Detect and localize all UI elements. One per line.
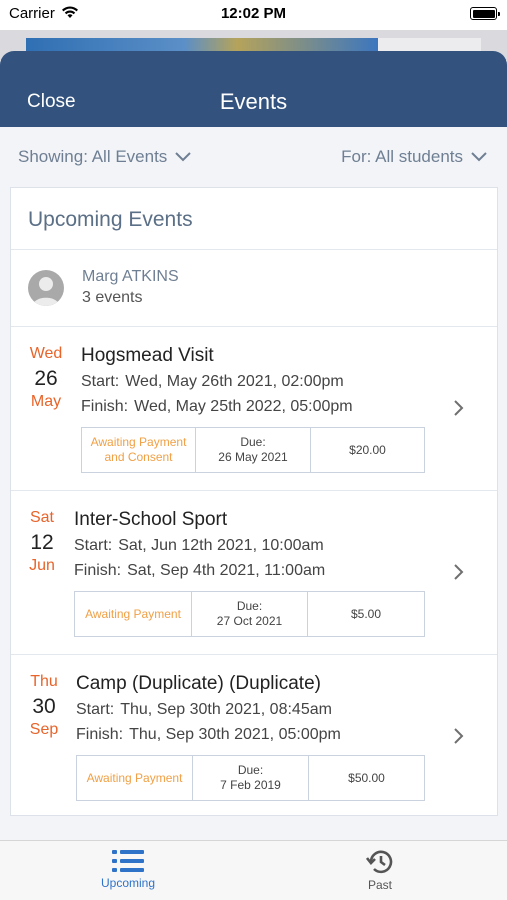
tab-past-label: Past (367, 878, 392, 892)
chevron-right-icon (454, 564, 464, 580)
event-month: Jun (29, 557, 55, 574)
status-bar: Carrier 12:02 PM (0, 0, 507, 30)
nav-bar: Close Events (0, 51, 507, 127)
event-title: Hogsmead Visit (81, 345, 214, 366)
showing-filter-label: Showing: All Events (18, 147, 168, 166)
event-start-value: Wed, May 26th 2021, 02:00pm (125, 373, 344, 390)
event-finish: Finish: Thu, Sep 30th 2021, 05:00pm (76, 726, 341, 744)
student-name: Marg ATKINS (82, 268, 179, 285)
tab-bar: Upcoming Past (0, 840, 507, 900)
event-start: Start: Sat, Jun 12th 2021, 10:00am (74, 537, 324, 555)
avatar (28, 270, 64, 306)
event-finish-value: Wed, May 25th 2022, 05:00pm (134, 398, 353, 415)
due-label: Due: (240, 435, 266, 449)
payment-status: Awaiting Payment (77, 756, 193, 800)
due-cell: Due: 26 May 2021 (196, 428, 311, 472)
event-weekday: Wed (29, 345, 63, 362)
event-title: Camp (Duplicate) (Duplicate) (76, 673, 321, 694)
student-filter[interactable]: For: All students (341, 147, 487, 167)
tab-past[interactable]: Past (330, 841, 430, 900)
tab-upcoming[interactable]: Upcoming (78, 841, 178, 900)
history-icon (366, 850, 393, 874)
due-date: 27 Oct 2021 (216, 614, 283, 628)
finish-label: Finish: (74, 562, 122, 579)
battery-icon (470, 7, 500, 20)
background-banner-edge (378, 38, 481, 52)
due-cell: Due: 7 Feb 2019 (193, 756, 309, 800)
clock: 12:02 PM (220, 5, 287, 22)
amount: $50.00 (348, 770, 385, 785)
card-title: Upcoming Events (28, 208, 193, 231)
event-row[interactable]: Thu 30 Sep Camp (Duplicate) (Duplicate) … (11, 655, 497, 818)
event-start-value: Thu, Sep 30th 2021, 08:45am (120, 701, 332, 718)
event-row[interactable]: Sat 12 Jun Inter-School Sport Start: Sat,… (11, 491, 497, 654)
due-label: Due: (237, 763, 264, 777)
event-month: Sep (29, 721, 59, 738)
event-start: Start: Wed, May 26th 2021, 02:00pm (81, 373, 344, 391)
event-finish: Finish: Sat, Sep 4th 2021, 11:00am (74, 562, 325, 580)
event-title: Inter-School Sport (74, 509, 228, 530)
event-start-value: Sat, Jun 12th 2021, 10:00am (118, 537, 324, 554)
event-row[interactable]: Wed 26 May Hogsmead Visit Start: Wed, May… (11, 327, 497, 490)
list-icon (112, 850, 144, 872)
event-date: 12 (30, 531, 54, 554)
events-card: Upcoming Events Marg ATKINS 3 events Wed… (10, 187, 498, 816)
event-month: May (30, 393, 62, 410)
payment-status: Awaiting Payment (75, 592, 192, 636)
due-label: Due: (236, 599, 263, 613)
event-start: Start: Thu, Sep 30th 2021, 08:45am (76, 701, 332, 719)
event-weekday: Thu (30, 673, 58, 690)
event-finish-value: Sat, Sep 4th 2021, 11:00am (127, 562, 326, 579)
payment-status: Awaiting Payment and Consent (82, 428, 196, 472)
finish-label: Finish: (76, 726, 124, 743)
event-finish-value: Thu, Sep 30th 2021, 05:00pm (129, 726, 341, 743)
finish-label: Finish: (81, 398, 129, 415)
event-finish: Finish: Wed, May 25th 2022, 05:00pm (81, 398, 353, 416)
background-banner-image (26, 38, 378, 52)
page-title: Events (219, 89, 288, 114)
event-info-box: Awaiting Payment Due: 27 Oct 2021 $5.00 (74, 591, 425, 637)
student-event-count: 3 events (82, 289, 143, 306)
due-cell: Due: 27 Oct 2021 (192, 592, 308, 636)
due-date: 26 May 2021 (218, 450, 288, 464)
event-weekday: Sat (29, 509, 54, 526)
amount: $5.00 (350, 606, 382, 621)
student-filter-label: For: All students (341, 147, 463, 166)
divider (11, 249, 497, 250)
tab-upcoming-label: Upcoming (100, 876, 156, 890)
start-label: Start: (74, 537, 113, 554)
chevron-down-icon (175, 152, 192, 162)
events-sheet: Close Events Showing: All Events For: Al… (0, 51, 507, 900)
start-label: Start: (81, 373, 120, 390)
due-date: 7 Feb 2019 (220, 778, 281, 792)
event-info-box: Awaiting Payment Due: 7 Feb 2019 $50.00 (76, 755, 425, 801)
start-label: Start: (76, 701, 115, 718)
event-date: 30 (32, 695, 56, 718)
event-info-box: Awaiting Payment and Consent Due: 26 May … (81, 427, 425, 473)
chevron-right-icon (454, 400, 464, 416)
event-date: 26 (34, 367, 58, 390)
chevron-right-icon (454, 728, 464, 744)
chevron-down-icon (471, 152, 487, 162)
amount: $20.00 (349, 442, 386, 457)
showing-filter[interactable]: Showing: All Events (18, 147, 192, 167)
